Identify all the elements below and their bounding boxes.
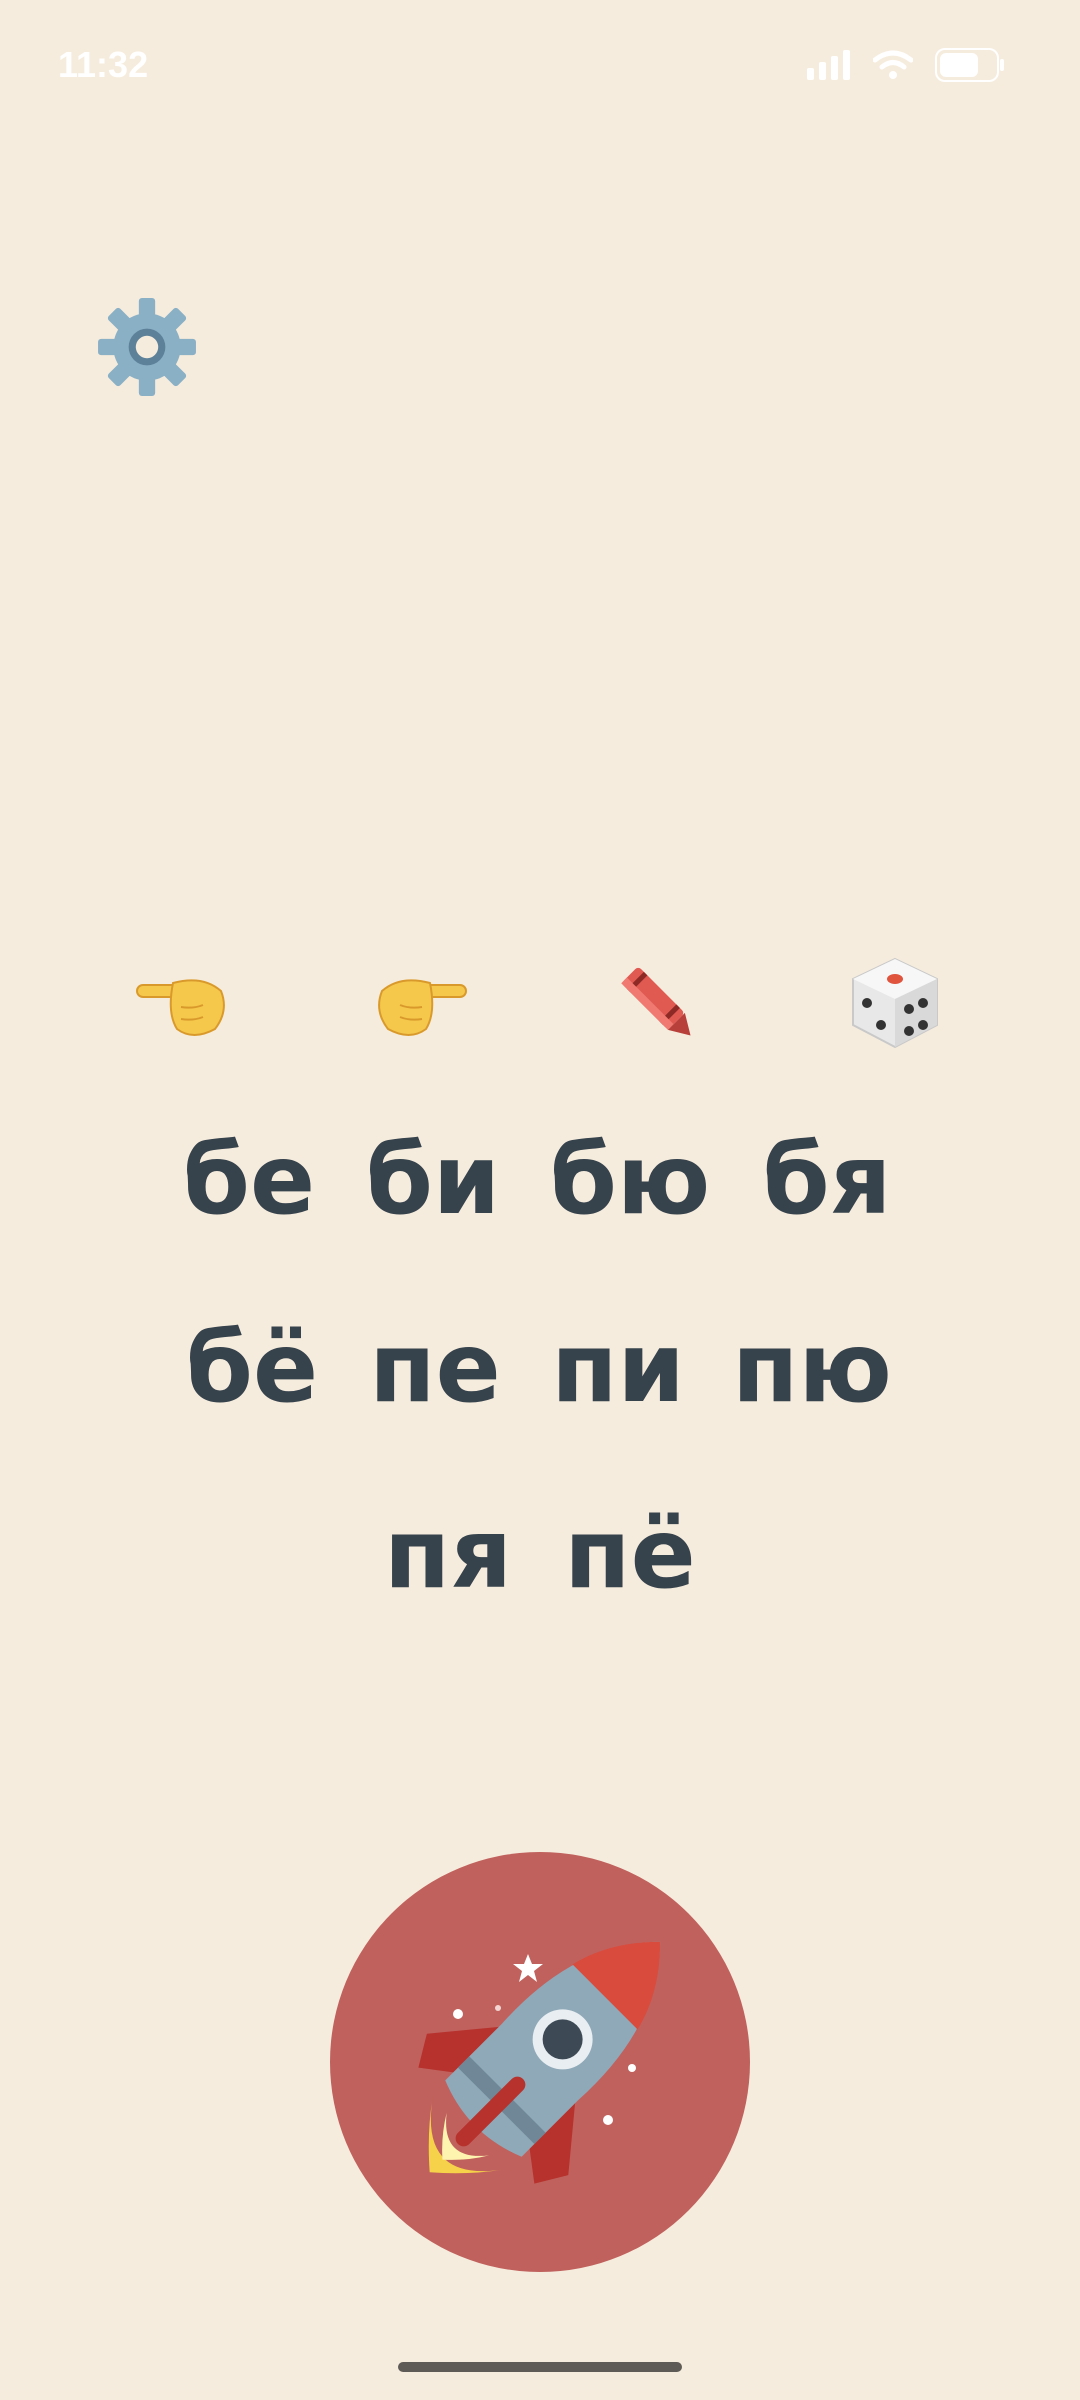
syllable[interactable]: бя [742, 1105, 912, 1255]
pointing-hand-left-icon [133, 963, 233, 1047]
syllable[interactable]: бе [164, 1105, 334, 1255]
syllable[interactable]: бё [167, 1293, 337, 1443]
syllable[interactable]: пе [350, 1293, 520, 1443]
launch-button[interactable] [330, 1852, 750, 2272]
point-right-tool[interactable] [365, 950, 475, 1060]
status-bar: 11:32 [0, 0, 1080, 130]
syllable[interactable]: пя [363, 1479, 533, 1629]
syllable[interactable]: би [348, 1105, 518, 1255]
pointing-hand-right-icon [370, 963, 470, 1047]
syllable-row: бё пе пи пю [0, 1293, 1080, 1443]
dice-tool[interactable] [840, 950, 950, 1060]
syllable-row: бе би бю бя [0, 1105, 1080, 1255]
dice-icon [845, 953, 945, 1057]
rocket-icon [330, 1941, 750, 2276]
syllable[interactable]: пю [727, 1293, 897, 1443]
status-time: 11:32 [58, 44, 149, 85]
battery-icon [935, 48, 1005, 86]
signal-icon [807, 50, 851, 84]
crayon-tool[interactable] [603, 950, 713, 1060]
crayon-icon [608, 953, 708, 1057]
syllable-row: пя пё [0, 1479, 1080, 1629]
syllable[interactable]: бю [545, 1105, 715, 1255]
settings-button[interactable] [96, 296, 198, 398]
gear-icon [96, 298, 198, 402]
syllable[interactable]: пи [533, 1293, 703, 1443]
syllable[interactable]: пё [545, 1479, 715, 1629]
home-indicator[interactable] [398, 2362, 682, 2372]
tools-row [0, 950, 1080, 1060]
point-left-tool[interactable] [128, 950, 238, 1060]
wifi-icon [872, 50, 914, 84]
